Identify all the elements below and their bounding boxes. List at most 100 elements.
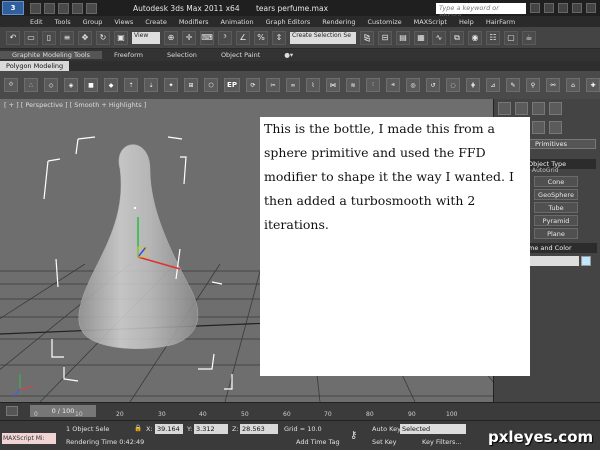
tab-selection[interactable]: Selection [155, 51, 209, 59]
cap-icon[interactable]: ⌂ [566, 78, 580, 92]
menu-create[interactable]: Create [145, 18, 167, 26]
ring-icon[interactable]: ◎ [406, 78, 420, 92]
menu-hairfarm[interactable]: HairFarm [486, 18, 515, 26]
select-rotate-icon[interactable]: ↻ [96, 30, 110, 45]
layer-manager-icon[interactable]: ▤ [396, 30, 410, 45]
reference-coordinate-dropdown[interactable]: View [132, 31, 160, 44]
ignore-backfacing-icon[interactable]: ⊞ [184, 78, 198, 92]
align-icon[interactable]: ⊟ [378, 30, 392, 45]
preserve-uvs-icon[interactable]: ✦ [164, 78, 178, 92]
spinner-snap-icon[interactable]: ⇕ [272, 30, 286, 45]
material-editor-icon[interactable]: ◉ [468, 30, 482, 45]
open-file-icon[interactable] [44, 2, 55, 14]
select-manipulate-icon[interactable]: ✛ [182, 30, 196, 45]
rendered-frame-icon[interactable]: ▢ [504, 30, 518, 45]
z-coordinate-field[interactable]: 28.563 [240, 424, 278, 434]
binoculars-icon[interactable] [530, 3, 540, 13]
stack-up-icon[interactable]: ⇡ [124, 78, 138, 92]
detach-icon[interactable]: ⚯ [546, 78, 560, 92]
add-time-tag[interactable]: Add Time Tag [296, 438, 340, 446]
modify-tab-icon[interactable] [515, 102, 528, 115]
app-logo-icon[interactable]: 3 [2, 1, 24, 15]
angle-snap-icon[interactable]: ∠ [236, 30, 250, 45]
use-displace-icon[interactable]: ⊿ [486, 78, 500, 92]
new-file-icon[interactable] [30, 2, 41, 14]
select-region-icon[interactable]: ▭ [24, 30, 38, 45]
loop-icon[interactable]: ↺ [426, 78, 440, 92]
vertex-icon[interactable]: ∴ [24, 78, 38, 92]
schematic-view-icon[interactable]: ⧉ [450, 30, 464, 45]
tab-freeform[interactable]: Freeform [102, 51, 155, 59]
key-filters-button[interactable]: Key Filters... [422, 438, 462, 446]
p-connect-icon[interactable]: ⋈ [326, 78, 340, 92]
save-icon[interactable] [58, 2, 69, 14]
quick-slice-icon[interactable]: ✂ [266, 78, 280, 92]
redo-icon[interactable] [86, 2, 97, 14]
stack-down-icon[interactable]: ⇣ [144, 78, 158, 92]
named-selection-set-dropdown[interactable]: Create Selection Se [290, 31, 356, 44]
auto-key-button[interactable]: Auto Key [372, 425, 401, 433]
object-name-field[interactable] [525, 256, 579, 266]
pyramid-button[interactable]: Pyramid [534, 215, 578, 226]
edge-icon[interactable]: ◇ [44, 78, 58, 92]
border-icon[interactable]: ◈ [64, 78, 78, 92]
menu-edit[interactable]: Edit [30, 18, 43, 26]
key-mode-icon[interactable]: ⚷ [350, 430, 357, 441]
plane-button[interactable]: Plane [534, 228, 578, 239]
select-move-icon[interactable]: ✥ [78, 30, 92, 45]
search-input[interactable]: Type a keyword or phrase [436, 2, 526, 20]
create-icon[interactable]: ✚ [586, 78, 600, 92]
keyboard-shortcut-icon[interactable]: ⌨ [200, 30, 214, 45]
set-key-button[interactable]: Set Key [372, 438, 397, 446]
menu-graph-editors[interactable]: Graph Editors [266, 18, 311, 26]
close-icon[interactable] [586, 3, 596, 13]
swift-loop-icon[interactable]: ∞ [286, 78, 300, 92]
menu-help[interactable]: Help [459, 18, 474, 26]
repeat-last-icon[interactable]: ⟳ [246, 78, 260, 92]
mirror-icon[interactable]: ⧎ [360, 30, 374, 45]
select-scale-icon[interactable]: ▣ [114, 30, 128, 45]
cut-icon[interactable]: ⌇ [306, 78, 320, 92]
collapse-stack-icon[interactable]: ⬡ [204, 78, 218, 92]
minimize-icon[interactable] [572, 3, 582, 13]
snaps-toggle-icon[interactable]: ³ [218, 30, 232, 45]
undo-icon[interactable] [72, 2, 83, 14]
attach-icon[interactable]: ⚲ [526, 78, 540, 92]
y-coordinate-field[interactable]: 3.312 [194, 424, 228, 434]
tab-object-paint[interactable]: Object Paint [209, 51, 272, 59]
render-production-icon[interactable]: ☕ [522, 30, 536, 45]
element-icon[interactable]: ◆ [104, 78, 118, 92]
edit-poly-button[interactable]: EP [224, 78, 240, 92]
x-coordinate-field[interactable]: 39.164 [155, 424, 183, 434]
pivot-center-icon[interactable]: ⊕ [164, 30, 178, 45]
help-icon[interactable] [558, 3, 568, 13]
menu-rendering[interactable]: Rendering [322, 18, 355, 26]
menu-views[interactable]: Views [114, 18, 133, 26]
menu-customize[interactable]: Customize [367, 18, 401, 26]
msmooth-icon[interactable]: ◌ [446, 78, 460, 92]
tessellate-icon[interactable]: ⋕ [466, 78, 480, 92]
autogrid-checkbox[interactable]: AutoGrid [532, 167, 559, 174]
select-by-name-icon[interactable]: ≡ [60, 30, 74, 45]
panel-polygon-modeling[interactable]: Polygon Modeling [0, 61, 70, 71]
geosphere-button[interactable]: GeoSphere [534, 189, 578, 200]
hierarchy-tab-icon[interactable] [532, 102, 545, 115]
tab-graphite-modeling-tools[interactable]: Graphite Modeling Tools [0, 51, 103, 59]
create-tab-icon[interactable] [498, 102, 511, 115]
maxscript-listener-field[interactable]: MAXScript Mi: [2, 433, 56, 444]
graphite-toggle-icon[interactable]: ▦ [414, 30, 428, 45]
lights-icon[interactable] [532, 121, 545, 134]
menu-tools[interactable]: Tools [55, 18, 71, 26]
key-selection-dropdown[interactable]: Selected [400, 424, 466, 434]
menu-group[interactable]: Group [83, 18, 103, 26]
ribbon-options-icon[interactable]: ●▾ [272, 51, 305, 59]
timeline-toggle-icon[interactable] [6, 406, 18, 416]
paintdeform-icon[interactable]: ✎ [506, 78, 520, 92]
menu-maxscript[interactable]: MAXScript [414, 18, 447, 26]
tube-button[interactable]: Tube [534, 202, 578, 213]
relax-icon[interactable]: ≋ [346, 78, 360, 92]
curve-editor-icon[interactable]: ∿ [432, 30, 446, 45]
modify-mode-icon[interactable]: ⟐ [4, 78, 18, 92]
menu-modifiers[interactable]: Modifiers [179, 18, 209, 26]
motion-tab-icon[interactable] [549, 102, 562, 115]
